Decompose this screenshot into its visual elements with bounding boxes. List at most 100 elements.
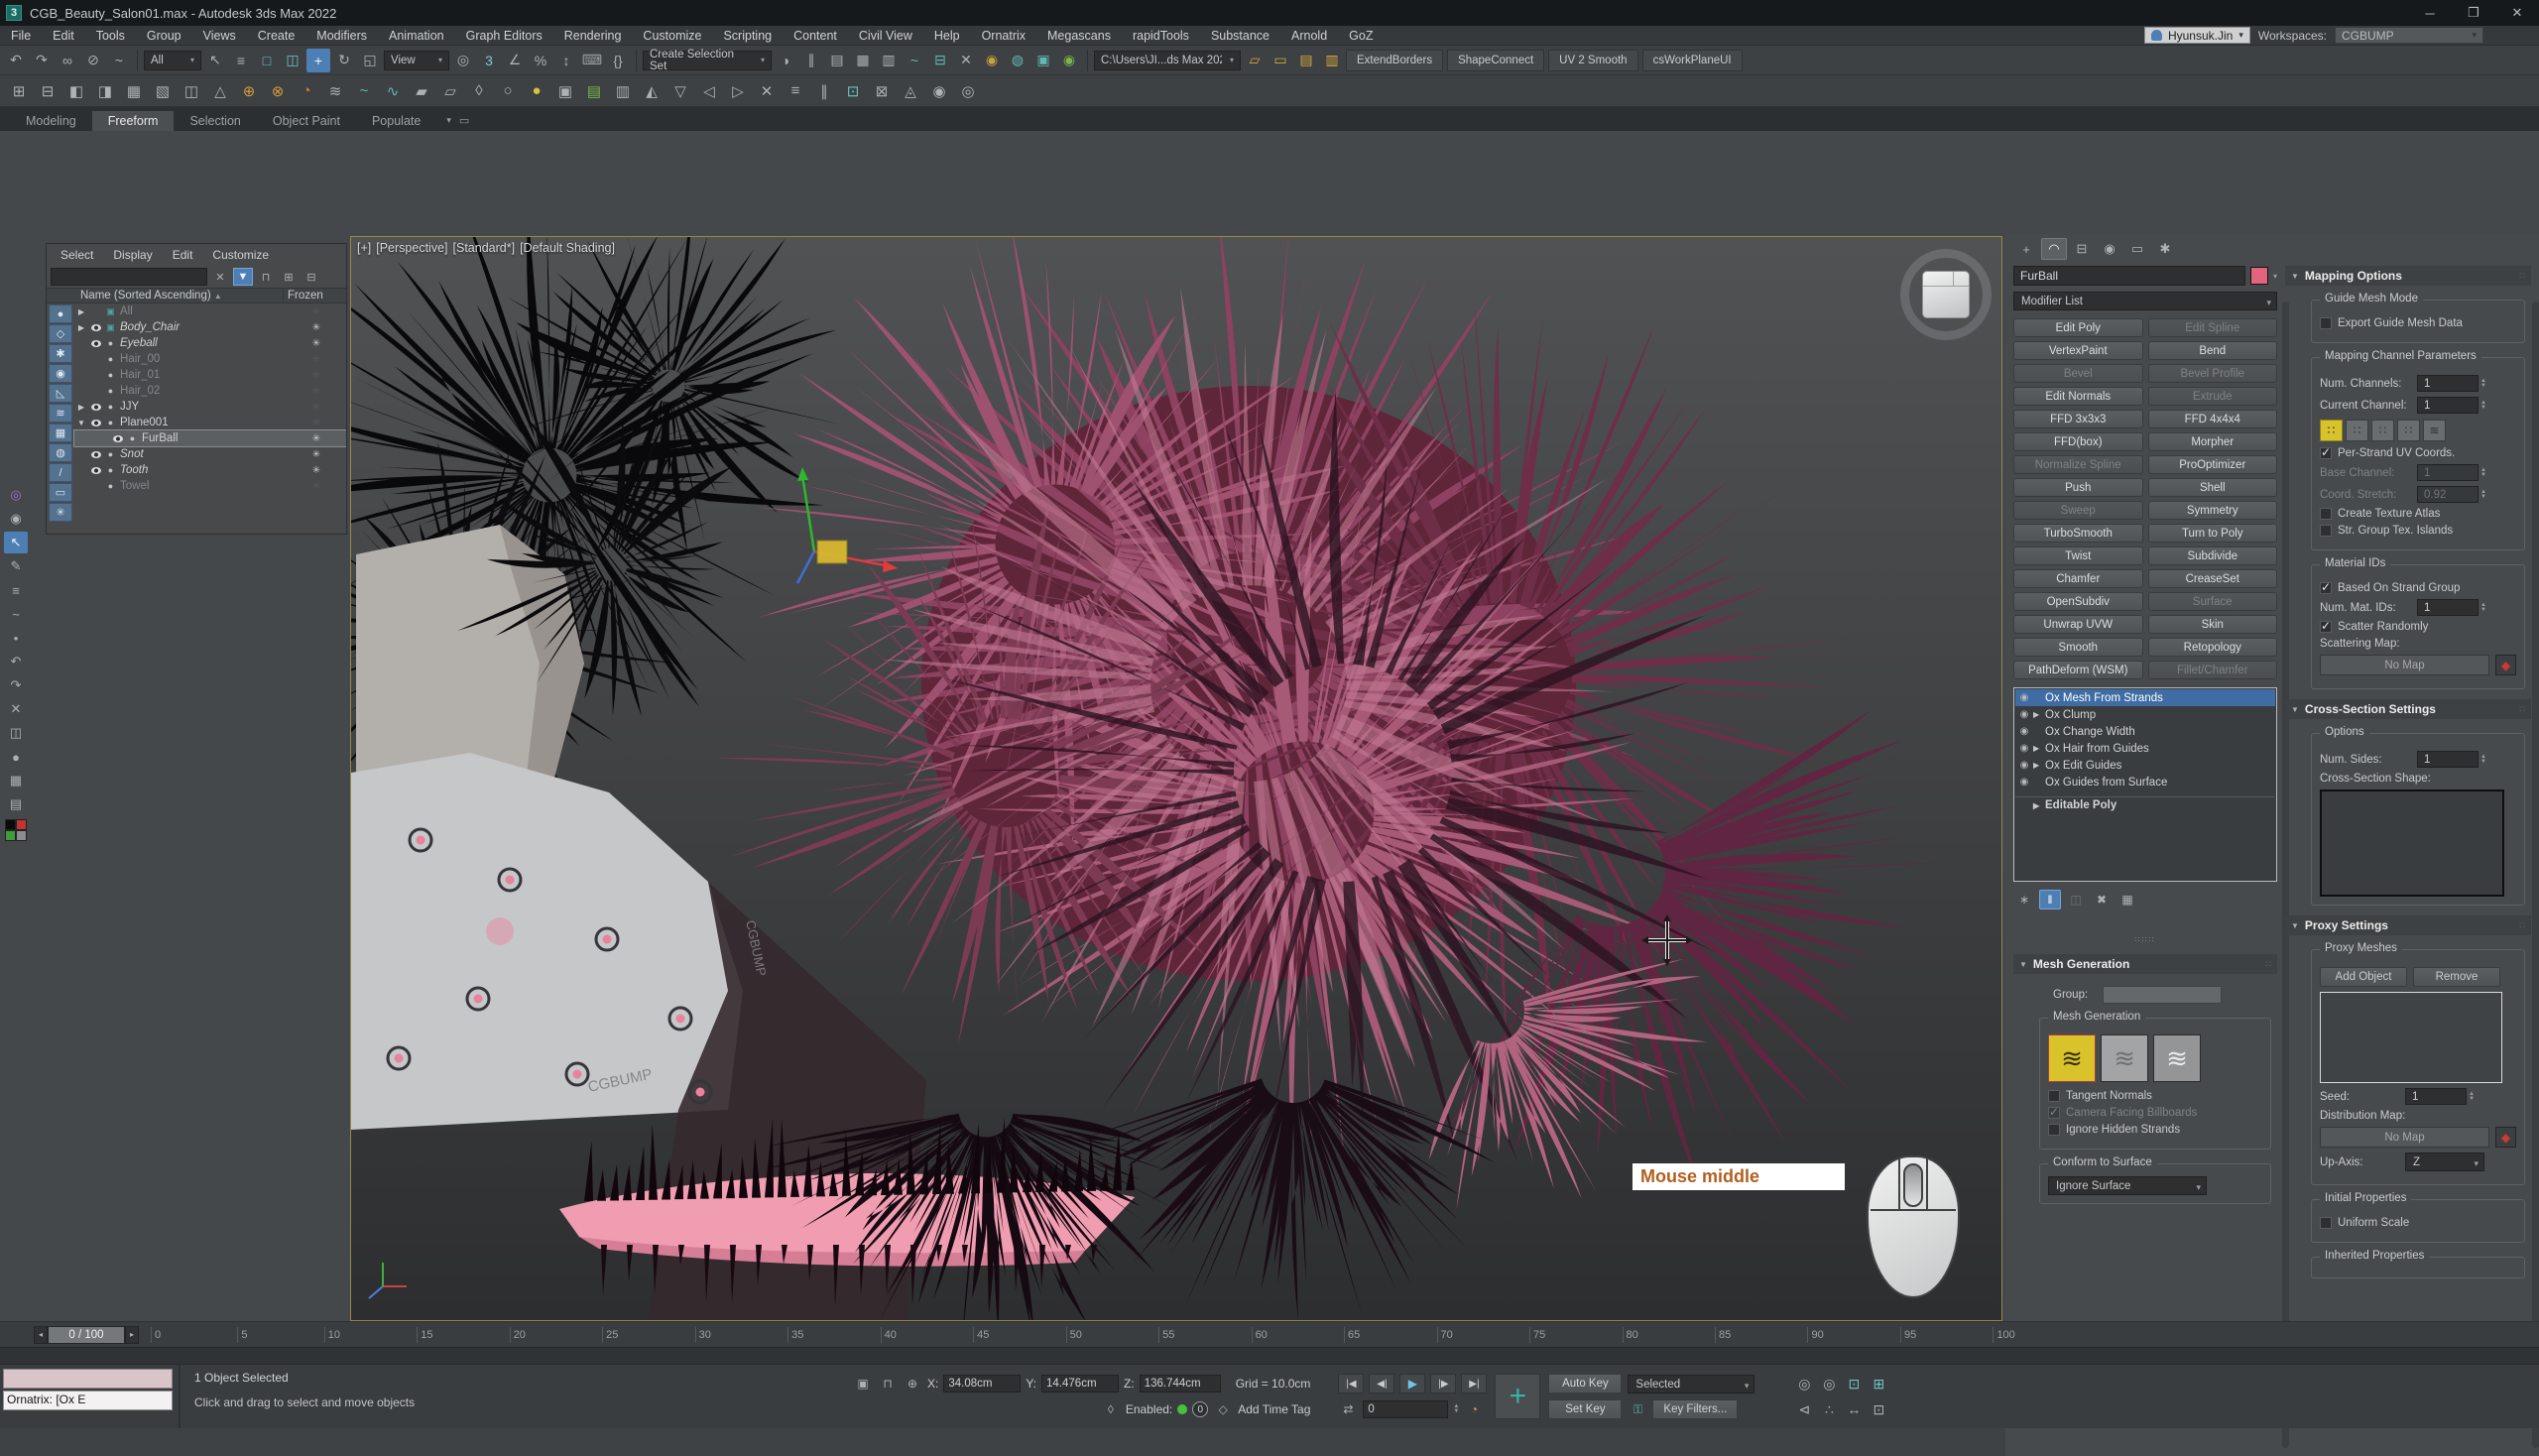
seed-spinner[interactable]: 1 ▲▼	[2405, 1088, 2475, 1105]
use-center-icon[interactable]: ◎	[451, 49, 475, 72]
visibility-eye-icon[interactable]	[88, 420, 103, 426]
zoom-all-icon[interactable]: ◎	[1819, 1374, 1839, 1394]
configure-modifier-sets-icon[interactable]: ▦	[2116, 890, 2138, 910]
frozen-toggle-icon[interactable]: ✳	[287, 418, 346, 428]
groups-filter-icon[interactable]: ▦	[49, 424, 72, 442]
expand-arrow[interactable]: ▶	[2033, 761, 2045, 770]
expand-arrow[interactable]: ▶	[74, 323, 88, 332]
ribbon-toggle-icon[interactable]: ▦	[851, 49, 875, 72]
unlink-icon[interactable]: ⊘	[81, 49, 105, 72]
uv-mode-button[interactable]: ∷	[2346, 420, 2368, 441]
modifier-visibility-icon[interactable]: ◉	[2015, 743, 2033, 754]
modifier-list-dropdown[interactable]: Modifier List	[2013, 292, 2277, 310]
frame-tick[interactable]: 90	[1807, 1327, 1823, 1343]
object-name[interactable]: Eyeball	[118, 337, 287, 349]
custom-tool-icon[interactable]: ◎	[955, 78, 981, 104]
sphere-icon[interactable]: ●	[4, 746, 28, 768]
strand-icon[interactable]: ~	[4, 603, 28, 625]
menu-item[interactable]: Civil View	[848, 29, 923, 43]
create-tab[interactable]: +	[2013, 238, 2039, 260]
custom-tool-icon[interactable]: ◁	[696, 78, 722, 104]
degradation-badge[interactable]: 0	[1192, 1401, 1208, 1417]
modifier-button[interactable]: CreaseSet	[2148, 569, 2278, 588]
align-icon[interactable]: ∥	[799, 49, 823, 72]
cut-icon[interactable]: ✕	[4, 698, 28, 720]
checkbox[interactable]	[2048, 1090, 2060, 1102]
frame-tick[interactable]: 0	[151, 1327, 161, 1343]
degradation-shield-icon[interactable]: ◊	[1101, 1399, 1121, 1419]
visibility-eye-icon[interactable]	[88, 467, 103, 474]
y-coordinate-field[interactable]: 14.476cm	[1041, 1375, 1119, 1393]
custom-tool-icon[interactable]: ⊕	[236, 78, 262, 104]
menu-item[interactable]: Tools	[85, 29, 136, 43]
selection-filter-dropdown[interactable]: All▾	[144, 51, 201, 70]
scrollbar[interactable]	[2532, 302, 2539, 1448]
frame-tick[interactable]: 65	[1344, 1327, 1360, 1343]
track-bar[interactable]	[0, 1347, 2539, 1365]
add-time-tag[interactable]: Add Time Tag	[1238, 1402, 1310, 1416]
play-button[interactable]: ▶	[1399, 1374, 1425, 1394]
show-end-result-icon[interactable]: ‖	[2039, 890, 2061, 910]
menu-item[interactable]: Graph Editors	[455, 29, 553, 43]
material-editor-icon[interactable]: ◉	[980, 49, 1004, 72]
listener-script-line[interactable]: Ornatrix: [Ox E	[3, 1391, 173, 1410]
color-swatches[interactable]	[5, 819, 27, 841]
modifier-button[interactable]: OpenSubdiv	[2013, 592, 2143, 611]
frozen-column-header[interactable]: Frozen	[283, 289, 346, 303]
custom-tool-icon[interactable]: ⊞	[6, 78, 32, 104]
modifier-visibility-icon[interactable]: ◉	[2015, 692, 2033, 703]
frozen-toggle-icon[interactable]: ✳	[287, 433, 346, 444]
checkbox[interactable]	[2048, 1124, 2060, 1136]
select-move-icon[interactable]: +	[306, 49, 330, 72]
select-link-icon[interactable]: ∞	[56, 49, 79, 72]
go-to-start-button[interactable]: |◀	[1338, 1374, 1364, 1394]
script-button[interactable]: UV 2 Smooth	[1548, 50, 1637, 71]
modifier-name[interactable]: Ox Change Width	[2045, 726, 2275, 738]
object-name[interactable]: All	[118, 305, 287, 317]
modifier-button[interactable]: FFD 3x3x3	[2013, 410, 2143, 428]
script-button[interactable]: ShapeConnect	[1447, 50, 1544, 71]
set-key-filters-icon[interactable]: ⚿	[1628, 1399, 1647, 1419]
render-production-icon[interactable]: ◉	[1057, 49, 1081, 72]
modifier-visibility-icon[interactable]: ◉	[2015, 709, 2033, 720]
distribution-map-button[interactable]: No Map	[2320, 1127, 2489, 1148]
custom-tool-icon[interactable]: ▧	[150, 78, 176, 104]
modifier-button[interactable]: Bevel Profile	[2148, 364, 2278, 383]
previous-frame-arrow[interactable]: ◂	[34, 1326, 48, 1344]
checkbox-row[interactable]: Export Guide Mesh Data	[2320, 317, 2516, 329]
viewport-label-segment[interactable]: [Default Shading]	[520, 241, 615, 255]
angle-snap-icon[interactable]: ∠	[503, 49, 527, 72]
custom-tool-icon[interactable]: ▷	[725, 78, 751, 104]
menu-item[interactable]: Rendering	[553, 29, 633, 43]
modifier-button[interactable]: Smooth	[2013, 638, 2143, 657]
checkbox-row[interactable]: Based On Strand Group	[2320, 582, 2516, 594]
maximize-viewport-icon[interactable]: ⊡	[1869, 1399, 1888, 1419]
expand-arrow[interactable]: ▶	[74, 403, 88, 412]
checkbox-row[interactable]: Tangent Normals	[2048, 1090, 2262, 1102]
frame-tick[interactable]: 50	[1066, 1327, 1082, 1343]
key-filters-button[interactable]: Key Filters...	[1652, 1399, 1738, 1419]
select-by-name-icon[interactable]: ≡	[229, 49, 253, 72]
rect-region-icon[interactable]: □	[255, 49, 279, 72]
mesh-type-billboard-button[interactable]: ≋	[2101, 1034, 2148, 1082]
object-name[interactable]: Hair_01	[118, 369, 287, 381]
custom-tool-icon[interactable]: ∿	[380, 78, 406, 104]
frame-tick[interactable]: 60	[1252, 1327, 1268, 1343]
key-clock-icon[interactable]: ◔	[1464, 1399, 1484, 1419]
custom-tool-icon[interactable]: ⊗	[265, 78, 291, 104]
custom-tool-icon[interactable]: ▰	[409, 78, 434, 104]
eye-icon[interactable]: ◉	[4, 508, 28, 530]
ribbon-caret-icon[interactable]: ▾	[446, 115, 451, 126]
object-name-field[interactable]	[2013, 266, 2245, 286]
spacewarps-filter-icon[interactable]: ≋	[49, 404, 72, 423]
modifier-name[interactable]: Ox Guides from Surface	[2045, 777, 2275, 789]
script-folder-icon[interactable]: ▥	[1320, 49, 1344, 72]
checkbox[interactable]	[2048, 1107, 2060, 1119]
checkbox-row[interactable]: Ignore Hidden Strands	[2048, 1124, 2262, 1136]
modifier-button[interactable]: Push	[2013, 478, 2143, 497]
grid-icon[interactable]: ▦	[4, 770, 28, 791]
checkbox-row[interactable]: Scatter Randomly	[2320, 621, 2516, 633]
num-sides-spinner[interactable]: 1 ▲▼	[2417, 751, 2486, 768]
ribbon-tab[interactable]: Modeling	[10, 111, 92, 131]
uv-mode-button[interactable]: ∷	[2320, 420, 2343, 441]
